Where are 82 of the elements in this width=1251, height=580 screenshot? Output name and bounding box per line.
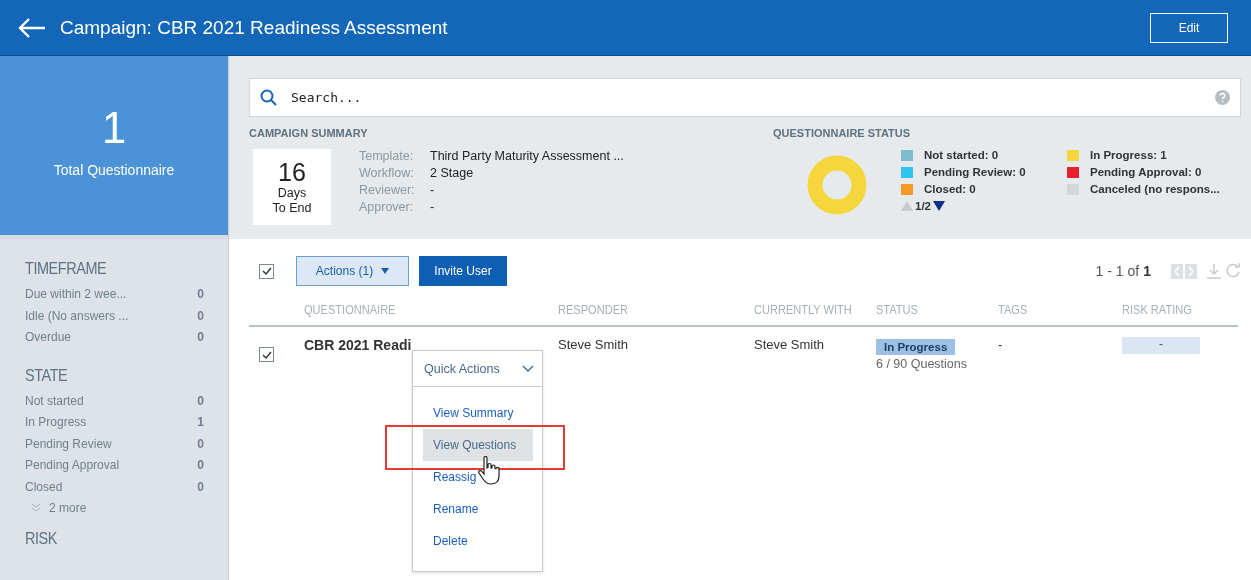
filter-count: 0 bbox=[197, 436, 204, 453]
invite-user-button[interactable]: Invite User bbox=[419, 256, 507, 286]
progress-text: 6 / 90 Questions bbox=[876, 357, 969, 371]
quick-actions-header[interactable]: Quick Actions bbox=[413, 351, 542, 387]
page-title: Campaign: CBR 2021 Readiness Assessment bbox=[60, 16, 449, 39]
filter-item[interactable]: Closed bbox=[25, 479, 63, 501]
field-value: - bbox=[430, 183, 436, 197]
filter-count: 0 bbox=[197, 479, 204, 496]
prev-next-icon[interactable] bbox=[1171, 263, 1197, 279]
field-value: - bbox=[430, 200, 436, 214]
table-cell-text: - bbox=[998, 337, 1004, 352]
hand-cursor-icon bbox=[478, 456, 502, 486]
column-header: TAGS bbox=[998, 301, 1029, 317]
filter-item[interactable]: Due within 2 wee... bbox=[25, 287, 127, 309]
filter-item[interactable]: Not started bbox=[25, 393, 84, 415]
table-cell-text: Steve Smith bbox=[754, 337, 826, 352]
menu-title: Quick Actions bbox=[424, 361, 500, 376]
help-icon[interactable] bbox=[1215, 90, 1230, 105]
field-value: Third Party Maturity Assessment ... bbox=[430, 149, 624, 163]
column-header: CURRENTLY WITH bbox=[754, 301, 853, 317]
legend-label: Closed: 0 bbox=[924, 183, 976, 195]
filter-item[interactable]: In Progress bbox=[25, 415, 87, 437]
questionnaire-name[interactable]: CBR 2021 Readi bbox=[304, 337, 558, 353]
down-triangle-icon[interactable] bbox=[933, 201, 945, 211]
legend-label: Pending Approval: 0 bbox=[1090, 166, 1202, 178]
field-label: Approver: bbox=[359, 200, 415, 214]
menu-item[interactable]: View Questions bbox=[423, 429, 533, 461]
filter-count: 0 bbox=[197, 393, 204, 410]
row-checkbox[interactable] bbox=[259, 347, 274, 362]
filter-item[interactable]: Idle (No answers ... bbox=[25, 308, 129, 330]
back-arrow-icon[interactable] bbox=[18, 17, 46, 38]
double-chevron-icon bbox=[31, 503, 41, 513]
legend-label: In Progress: 1 bbox=[1090, 149, 1167, 161]
column-header: RISK RATING bbox=[1122, 301, 1193, 317]
field-label: Reviewer: bbox=[359, 183, 416, 197]
legend-label: Not started: 0 bbox=[924, 149, 999, 161]
field-label: Template: bbox=[359, 149, 415, 163]
menu-item[interactable]: View Summary bbox=[423, 397, 524, 429]
status-badge: In Progress bbox=[876, 339, 956, 355]
filter-heading: RISK bbox=[25, 529, 59, 549]
actions-button[interactable]: Actions (1) bbox=[296, 256, 409, 286]
days-label: Days bbox=[277, 186, 307, 201]
filter-item[interactable]: Pending Review bbox=[25, 436, 112, 458]
field-value: 2 Stage bbox=[430, 166, 475, 180]
table-cell-text: Steve Smith bbox=[558, 337, 630, 352]
section-heading: QUESTIONNAIRE STATUS bbox=[773, 127, 912, 139]
filter-item[interactable]: Pending Approval bbox=[25, 458, 120, 480]
legend-label: Canceled (no respons... bbox=[1090, 183, 1220, 195]
download-icon[interactable] bbox=[1207, 263, 1221, 279]
more-link[interactable]: 2 more bbox=[49, 501, 87, 515]
column-header: STATUS bbox=[876, 301, 919, 317]
filter-count: 0 bbox=[197, 308, 204, 325]
total-count: 1 bbox=[101, 105, 127, 150]
search-bar[interactable]: Search... bbox=[249, 78, 1241, 117]
menu-item[interactable]: Rename bbox=[423, 493, 489, 525]
pagination-range: 1 - 1 of 1 bbox=[1095, 263, 1151, 279]
filter-count: 1 bbox=[197, 415, 204, 431]
days-label: To End bbox=[272, 200, 312, 216]
edit-button[interactable]: Edit bbox=[1150, 12, 1228, 43]
filter-heading: TIMEFRAME bbox=[25, 259, 108, 279]
filter-count: 0 bbox=[197, 458, 204, 474]
page-indicator: 1/2 bbox=[915, 200, 931, 212]
column-header: QUESTIONNAIRE bbox=[304, 301, 397, 317]
refresh-icon[interactable] bbox=[1225, 263, 1241, 279]
chevron-down-icon bbox=[522, 364, 534, 373]
search-icon bbox=[260, 89, 277, 106]
legend-label: Pending Review: 0 bbox=[924, 166, 1026, 178]
filter-heading: STATE bbox=[25, 365, 69, 386]
menu-item[interactable]: Delete bbox=[423, 525, 478, 557]
filter-count: 0 bbox=[197, 330, 204, 346]
dropdown-triangle-icon bbox=[381, 268, 390, 274]
filter-count: 0 bbox=[197, 287, 204, 303]
total-label: Total Questionnaire bbox=[53, 161, 175, 178]
up-triangle-icon[interactable] bbox=[901, 201, 913, 211]
days-count: 16 bbox=[278, 158, 306, 187]
risk-rating: - bbox=[1122, 337, 1200, 354]
field-label: Workflow: bbox=[359, 166, 415, 180]
filter-item[interactable]: Overdue bbox=[25, 330, 72, 352]
section-heading: CAMPAIGN SUMMARY bbox=[249, 127, 369, 139]
column-header: RESPONDER bbox=[558, 301, 629, 317]
donut-chart-drawing bbox=[807, 155, 867, 215]
select-all-checkbox[interactable] bbox=[259, 263, 274, 279]
